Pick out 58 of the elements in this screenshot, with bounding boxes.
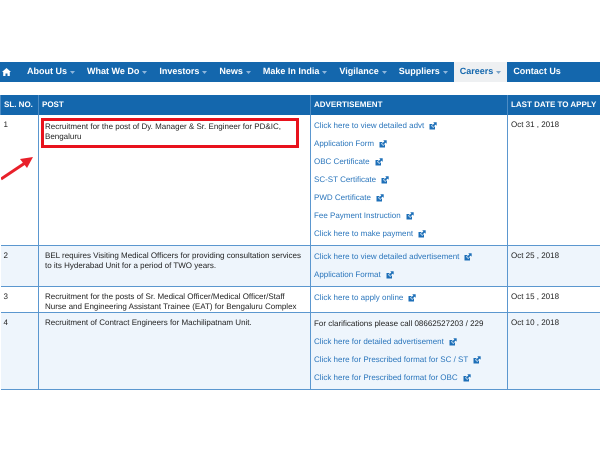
caret-icon bbox=[496, 70, 502, 74]
caret-icon bbox=[202, 70, 208, 74]
caret-icon bbox=[142, 70, 148, 74]
serial-number-cell: 3 bbox=[0, 286, 38, 312]
last-date: Oct 31 , 2018 bbox=[511, 120, 560, 129]
caret-icon bbox=[382, 70, 387, 74]
nav-tab[interactable]: News bbox=[213, 62, 257, 82]
last-date: Oct 10 , 2018 bbox=[511, 318, 560, 327]
external-link-icon bbox=[381, 176, 390, 184]
document-link[interactable]: Click here to view detailed advertisement bbox=[314, 251, 460, 263]
nav-tab[interactable]: Contact Us bbox=[507, 62, 567, 82]
last-date: Oct 15 , 2018 bbox=[511, 292, 560, 301]
document-link[interactable]: Fee Payment Instruction bbox=[314, 210, 401, 222]
nav-tab[interactable]: What We Do bbox=[81, 62, 154, 82]
external-link-icon bbox=[374, 158, 383, 166]
document-link[interactable]: PWD Certificate bbox=[314, 192, 371, 204]
post-title: Recruitment for the post of Dy. Manager & Sr. Engineer for PD&IC, Bengaluru bbox=[41, 118, 299, 148]
home-icon[interactable] bbox=[2, 68, 11, 76]
document-link[interactable]: Click here to apply online bbox=[314, 292, 404, 304]
serial-number-cell: 1 bbox=[0, 115, 38, 246]
serial-number-cell: 4 bbox=[0, 312, 38, 390]
nav-tab[interactable]: Careers bbox=[454, 62, 508, 82]
document-link[interactable]: SC-ST Certificate bbox=[314, 174, 376, 186]
external-link-icon bbox=[462, 374, 471, 382]
last-date: Oct 25 , 2018 bbox=[511, 251, 560, 260]
serial-number-cell: 2 bbox=[0, 246, 38, 286]
external-link-icon bbox=[408, 294, 416, 302]
post-title: Recruitment of Contract Engineers for Machilipatnam Unit. bbox=[44, 317, 253, 328]
external-link-icon bbox=[379, 140, 388, 148]
nav-tab[interactable]: Make In India bbox=[256, 62, 334, 82]
caret-icon bbox=[442, 70, 448, 74]
document-link[interactable]: Click here for detailed advertisement bbox=[314, 336, 444, 348]
caret-icon bbox=[322, 70, 328, 74]
document-link[interactable]: Application Format bbox=[314, 269, 381, 281]
nav-tab[interactable]: Suppliers bbox=[392, 62, 454, 82]
document-link[interactable]: OBC Certificate bbox=[314, 156, 370, 168]
external-link-icon bbox=[406, 212, 414, 220]
external-link-icon bbox=[429, 122, 438, 130]
document-link[interactable]: Click here for Prescribed format for SC / ST bbox=[314, 354, 468, 366]
document-link[interactable]: Application Form bbox=[314, 138, 374, 150]
caret-icon bbox=[246, 70, 251, 74]
external-link-icon bbox=[376, 194, 384, 202]
document-link[interactable]: Click here for Prescribed format for OBC bbox=[314, 372, 458, 384]
document-link[interactable]: Click here to make payment bbox=[314, 228, 414, 240]
caret-icon bbox=[70, 70, 75, 74]
document-link[interactable]: Click here to view detailed advt bbox=[314, 120, 424, 132]
external-link-icon bbox=[464, 253, 472, 261]
nav-tab[interactable]: Investors bbox=[153, 62, 214, 82]
post-title: Recruitment for the posts of Sr. Medical Officer/Medical Officer/Staff Nurse and Engineering Assistant Trainee (EAT) for Bengaluru Complex bbox=[44, 291, 298, 312]
contact-note: For clarifications please call 08662527203 / 229 bbox=[314, 318, 484, 330]
arrow-annotation bbox=[1, 155, 33, 181]
external-link-icon bbox=[418, 230, 426, 238]
nav-tab[interactable]: Vigilance bbox=[333, 62, 393, 82]
external-link-icon bbox=[473, 356, 482, 364]
post-title: BEL requires Visiting Medical Officers for providing consultation services to its Hyderabad Unit for a period of TWO years. bbox=[44, 250, 302, 271]
external-link-icon bbox=[448, 338, 457, 346]
external-link-icon bbox=[386, 271, 394, 279]
nav-tab[interactable]: About Us bbox=[21, 62, 81, 82]
